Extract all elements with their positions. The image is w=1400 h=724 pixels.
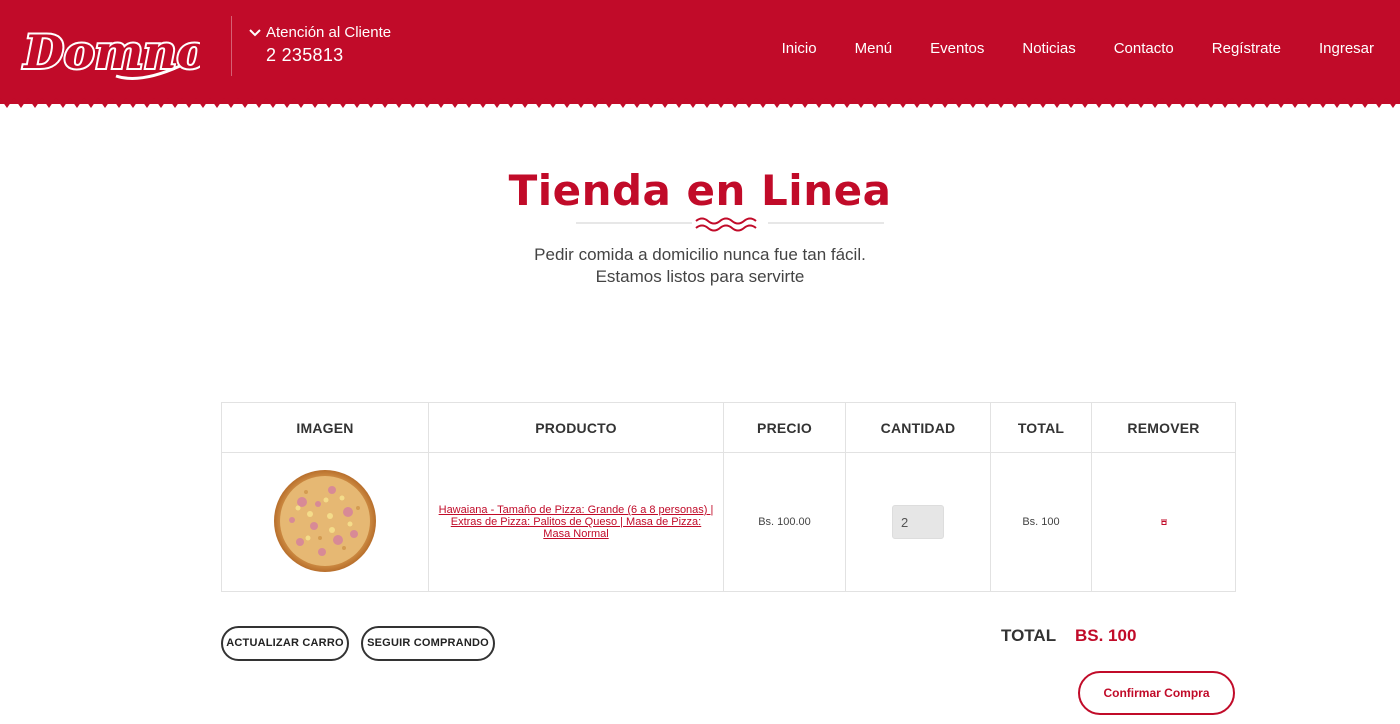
col-header-price: PRECIO <box>723 402 846 453</box>
subtitle-line-1: Pedir comida a domicilio nunca fue tan f… <box>534 245 866 264</box>
nav-item-menu[interactable]: Menú <box>855 40 893 58</box>
col-header-remove: REMOVER <box>1091 402 1236 453</box>
cell-quantity <box>845 452 991 592</box>
support-label: Atención al Cliente <box>266 24 392 41</box>
nav-item-eventos[interactable]: Eventos <box>930 40 984 58</box>
main-nav: Inicio Menú Eventos Noticias Contacto Re… <box>782 40 1374 58</box>
nav-item-ingresar[interactable]: Ingresar <box>1319 40 1374 58</box>
page-title: Tienda en Linea <box>508 166 892 215</box>
cart-total-value: BS. 100 <box>1075 626 1137 645</box>
cell-price: Bs. 100.00 <box>723 452 846 592</box>
logo-text: Domnoo <box>22 25 200 79</box>
chevron-down-icon <box>249 29 261 37</box>
site-header: Domnoo Domnoo Domnoo Atención al Cliente… <box>0 0 1400 104</box>
remove-item-button[interactable] <box>1160 515 1168 529</box>
product-link[interactable]: Hawaiana - Tamaño de Pizza: Grande (6 a … <box>429 504 723 540</box>
cart-table: IMAGEN PRODUCTO PRECIO CANTIDAD TOTAL RE… <box>221 402 1236 592</box>
pizza-image[interactable] <box>272 468 378 574</box>
header-zigzag-edge <box>0 98 1400 108</box>
col-header-image: IMAGEN <box>221 402 429 453</box>
page-subtitle: Pedir comida a domicilio nunca fue tan f… <box>0 244 1400 288</box>
cell-image <box>221 452 429 592</box>
table-row: Hawaiana - Tamaño de Pizza: Grande (6 a … <box>221 452 1236 592</box>
subtitle-line-2: Estamos listos para servirte <box>595 267 805 286</box>
nav-item-registrate[interactable]: Regístrate <box>1212 40 1281 58</box>
col-header-product: PRODUCTO <box>428 402 724 453</box>
brand-logo[interactable]: Domnoo Domnoo Domnoo <box>20 14 200 90</box>
cell-total: Bs. 100 <box>990 452 1092 592</box>
remove-icon <box>1160 519 1167 525</box>
cart-total-label: TOTAL <box>1001 626 1057 645</box>
confirm-purchase-button[interactable]: Confirmar Compra <box>1078 671 1235 715</box>
nav-item-noticias[interactable]: Noticias <box>1022 40 1075 58</box>
col-header-total: TOTAL <box>990 402 1092 453</box>
quantity-input[interactable] <box>892 505 944 539</box>
cart-header-row: IMAGEN PRODUCTO PRECIO CANTIDAD TOTAL RE… <box>221 402 1236 453</box>
continue-shopping-button[interactable]: SEGUIR COMPRANDO <box>361 626 495 661</box>
nav-item-contacto[interactable]: Contacto <box>1114 40 1174 58</box>
cell-remove <box>1091 452 1236 592</box>
col-header-quantity: CANTIDAD <box>845 402 991 453</box>
support-phone: 2 235813 <box>266 45 344 65</box>
update-cart-button[interactable]: ACTUALIZAR CARRO <box>221 626 349 661</box>
customer-support[interactable]: Atención al Cliente 2 235813 <box>248 24 391 66</box>
nav-item-inicio[interactable]: Inicio <box>782 40 817 58</box>
cell-product: Hawaiana - Tamaño de Pizza: Grande (6 a … <box>428 452 724 592</box>
title-wave-decoration <box>576 214 884 236</box>
header-divider <box>231 16 232 76</box>
